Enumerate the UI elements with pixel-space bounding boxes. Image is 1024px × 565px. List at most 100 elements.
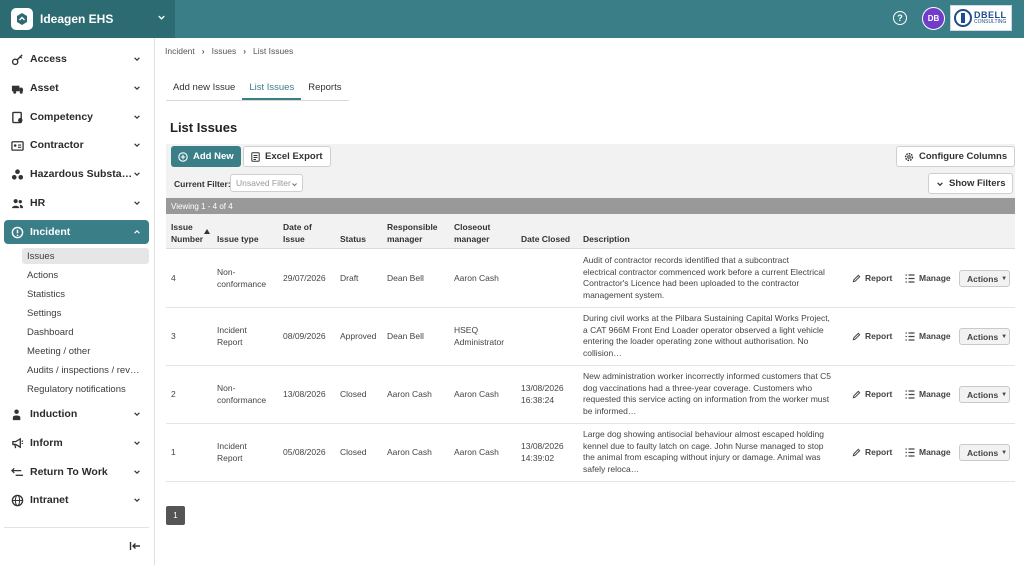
cell-status: Draft <box>340 273 359 283</box>
chevron-right-icon: › <box>243 46 247 56</box>
sidebar-sub-audits[interactable]: Audits / inspections / rev… <box>22 362 149 378</box>
sidebar-item-return-to-work[interactable]: Return To Work <box>4 460 149 484</box>
sidebar-item-hazardous-substances[interactable]: Hazardous Substa… <box>4 162 149 186</box>
caret-down-icon: ▼ <box>1001 275 1008 282</box>
sidebar-item-competency[interactable]: Competency <box>4 105 149 129</box>
tab-reports[interactable]: Reports <box>301 78 348 100</box>
list-icon <box>905 389 915 399</box>
chevron-down-icon <box>936 180 944 188</box>
key-icon <box>11 53 24 66</box>
cell-responsible-manager: Aaron Cash <box>387 389 432 399</box>
sidebar-item-intranet[interactable]: Intranet <box>4 488 149 512</box>
collapse-sidebar-icon[interactable] <box>129 540 141 554</box>
header-issue-number[interactable]: Issue Number <box>171 221 203 245</box>
chevron-up-icon <box>133 228 141 238</box>
id-card-icon <box>11 139 24 152</box>
report-button[interactable]: Report <box>852 447 892 457</box>
cell-issue-type: Incident Report <box>217 325 247 347</box>
tab-list-issues[interactable]: List Issues <box>242 78 302 100</box>
company-logo-sub: CONSULTING <box>974 19 1007 25</box>
sidebar-item-hr[interactable]: HR <box>4 191 149 215</box>
tab-add-new-issue[interactable]: Add new Issue <box>166 78 242 100</box>
sidebar-item-asset[interactable]: Asset <box>4 76 149 100</box>
header-issue-type[interactable]: Issue type <box>217 233 259 245</box>
actions-dropdown[interactable]: Actions ▼ <box>959 328 1010 345</box>
sidebar-sub-actions[interactable]: Actions <box>22 267 149 283</box>
pagination-page-1[interactable]: 1 <box>166 506 185 525</box>
breadcrumb-issues[interactable]: Issues <box>212 46 237 56</box>
cell-description: Audit of contractor records identified t… <box>583 255 825 300</box>
breadcrumb-incident[interactable]: Incident <box>165 46 195 56</box>
app-switcher[interactable]: Ideagen EHS <box>0 0 175 38</box>
cell-date-of-issue: 05/08/2026 <box>283 447 326 457</box>
cell-closeout-manager: Aaron Cash <box>454 273 499 283</box>
header-date-closed[interactable]: Date Closed <box>521 233 570 245</box>
chevron-down-icon <box>157 13 166 24</box>
excel-export-button[interactable]: Excel Export <box>243 146 331 167</box>
cell-issue-type: Non-conformance <box>217 267 267 289</box>
sidebar-sub-settings[interactable]: Settings <box>22 305 149 321</box>
chevron-down-icon <box>133 496 141 506</box>
manage-button[interactable]: Manage <box>905 447 951 457</box>
sidebar-sub-statistics[interactable]: Statistics <box>22 286 149 302</box>
report-button[interactable]: Report <box>852 389 892 399</box>
table-row[interactable]: 4 Non-conformance 29/07/2026 Draft Dean … <box>166 250 1015 308</box>
sort-ascending-icon[interactable] <box>204 226 210 236</box>
user-avatar[interactable]: DB <box>922 6 945 30</box>
actions-dropdown[interactable]: Actions ▼ <box>959 270 1010 287</box>
cell-description: New administration worker incorrectly in… <box>583 371 832 416</box>
sidebar-sub-issues[interactable]: Issues <box>22 248 149 264</box>
cell-date-of-issue: 08/09/2026 <box>283 331 326 341</box>
cell-description: Large dog showing antisocial behaviour a… <box>583 429 824 474</box>
help-icon[interactable]: ? <box>893 11 907 25</box>
header-date-of-issue[interactable]: Date of Issue <box>283 221 312 245</box>
configure-columns-button[interactable]: Configure Columns <box>896 146 1016 167</box>
sidebar-sub-meeting[interactable]: Meeting / other <box>22 343 149 359</box>
header-status[interactable]: Status <box>340 233 366 245</box>
sidebar-divider <box>4 527 149 528</box>
pencil-icon <box>852 274 861 283</box>
actions-dropdown[interactable]: Actions ▼ <box>959 386 1010 403</box>
cell-closeout-manager: Aaron Cash <box>454 447 499 457</box>
cell-date-closed: 13/08/2026 14:39:02 <box>521 441 564 463</box>
manage-button[interactable]: Manage <box>905 273 951 283</box>
chevron-down-icon <box>133 113 141 123</box>
users-icon <box>11 197 24 210</box>
cell-responsible-manager: Aaron Cash <box>387 447 432 457</box>
report-button[interactable]: Report <box>852 331 892 341</box>
table-row[interactable]: 3 Incident Report 08/09/2026 Approved Dea… <box>166 308 1015 366</box>
alert-circle-icon <box>11 226 24 239</box>
cell-description: During civil works at the Pilbara Sustai… <box>583 313 830 358</box>
add-new-button[interactable]: Add New <box>171 146 241 167</box>
sidebar-item-access[interactable]: Access <box>4 47 149 71</box>
caret-down-icon: ▼ <box>1001 449 1008 456</box>
manage-button[interactable]: Manage <box>905 331 951 341</box>
manage-button[interactable]: Manage <box>905 389 951 399</box>
table-header: Issue Number Issue type Date of Issue Stat… <box>166 214 1015 249</box>
show-filters-button[interactable]: Show Filters <box>928 173 1014 194</box>
sidebar-item-contractor[interactable]: Contractor <box>4 133 149 157</box>
sidebar-item-induction[interactable]: Induction <box>4 402 149 426</box>
header-responsible-manager[interactable]: Responsible manager <box>387 221 438 245</box>
sidebar-sub-regulatory[interactable]: Regulatory notifications <box>22 381 149 397</box>
sidebar-sub-dashboard[interactable]: Dashboard <box>22 324 149 340</box>
sidebar-item-inform[interactable]: Inform <box>4 431 149 455</box>
chevron-down-icon <box>133 410 141 420</box>
cell-issue-type: Non-conformance <box>217 383 267 405</box>
report-button[interactable]: Report <box>852 273 892 283</box>
gear-icon <box>904 152 914 162</box>
table-row[interactable]: 2 Non-conformance 13/08/2026 Closed Aaro… <box>166 366 1015 424</box>
header-closeout-manager[interactable]: Closeout manager <box>454 221 490 245</box>
list-icon <box>905 331 915 341</box>
cell-closeout-manager: HSEQ Administrator <box>454 325 505 347</box>
table-row[interactable]: 1 Incident Report 05/08/2026 Closed Aaron… <box>166 424 1015 482</box>
sidebar-item-incident[interactable]: Incident <box>4 220 149 244</box>
user-check-icon <box>11 408 24 421</box>
current-filter-select[interactable]: Unsaved Filter <box>230 174 303 192</box>
cell-date-of-issue: 29/07/2026 <box>283 273 326 283</box>
breadcrumb-list-issues: List Issues <box>253 46 294 56</box>
header-description[interactable]: Description <box>583 233 630 245</box>
caret-down-icon: ▼ <box>1001 333 1008 340</box>
cell-issue-type: Incident Report <box>217 441 247 463</box>
actions-dropdown[interactable]: Actions ▼ <box>959 444 1010 461</box>
